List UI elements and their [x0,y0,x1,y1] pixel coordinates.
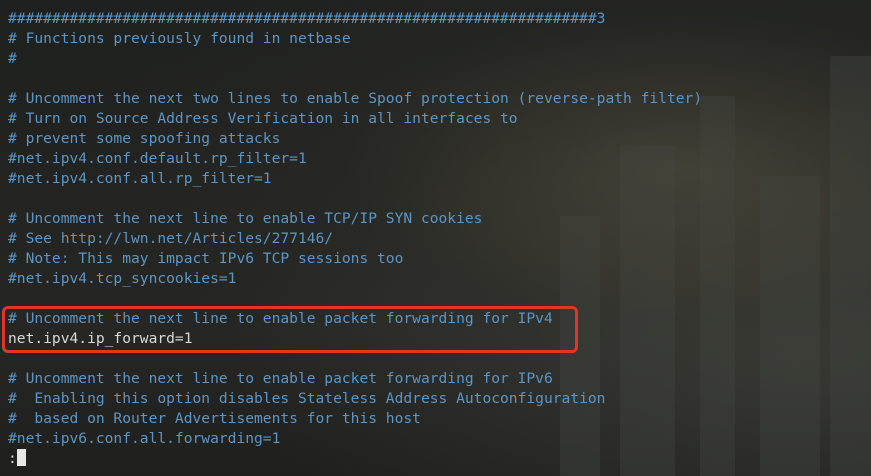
comment-line: # Uncomment the next two lines to enable… [8,90,703,107]
file-content: ########################################… [0,9,871,449]
terminal-editor[interactable]: ########################################… [0,0,871,476]
comment-line: #net.ipv4.conf.default.rp_filter=1 [8,150,307,167]
comment-line: # Uncomment the next line to enable TCP/… [8,210,483,227]
comment-line: # Turn on Source Address Verification in… [8,110,518,127]
comment-line: # Uncomment the next line to enable pack… [8,370,553,387]
command-line[interactable]: : [0,449,871,469]
comment-line: # See http://lwn.net/Articles/277146/ [8,230,334,247]
command-prompt: : [8,450,17,467]
comment-line: # Note: This may impact IPv6 TCP session… [8,250,404,267]
comment-line: # Functions previously found in netbase [8,30,351,47]
comment-line: # prevent some spoofing attacks [8,130,281,147]
comment-line: # [8,50,17,67]
comment-line: #net.ipv4.conf.all.rp_filter=1 [8,170,272,187]
comment-line: #net.ipv4.tcp_syncookies=1 [8,270,237,287]
highlight-annotation-box [2,306,578,353]
comment-line: #net.ipv6.conf.all.forwarding=1 [8,430,281,447]
text-cursor [16,449,26,466]
comment-line: ########################################… [8,10,606,27]
comment-line: # based on Router Advertisements for thi… [8,410,421,427]
comment-line: # Enabling this option disables Stateles… [8,390,606,407]
